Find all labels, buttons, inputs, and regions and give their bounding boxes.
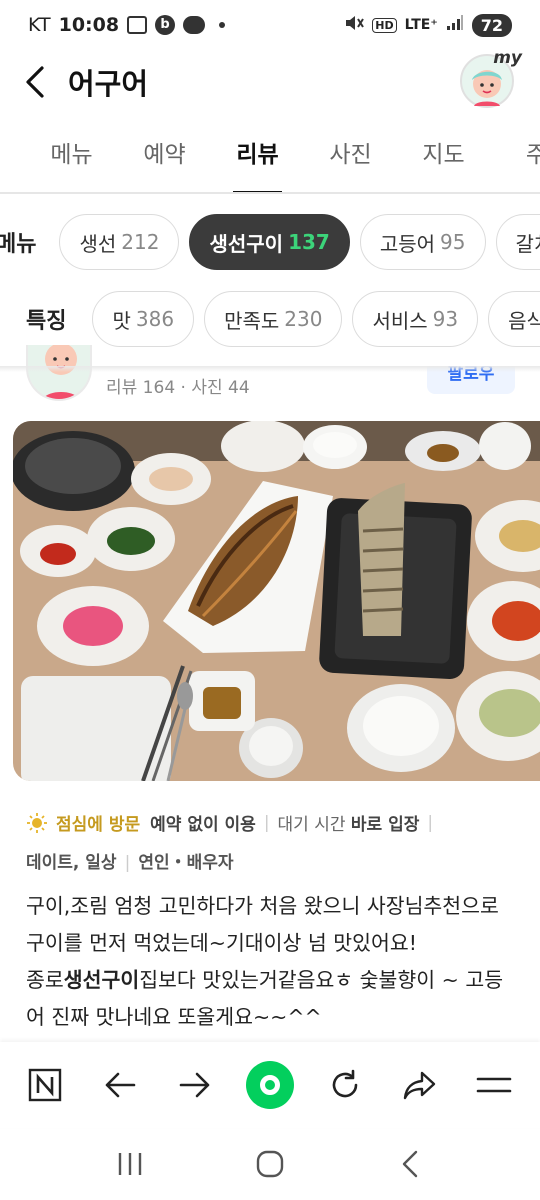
tab-reviews[interactable]: 리뷰 <box>211 128 304 192</box>
talk-icon <box>183 16 206 34</box>
green-dot-button[interactable] <box>240 1055 300 1115</box>
clock: 10:08 <box>58 14 120 36</box>
review-body[interactable]: 구이,조림 엄청 고민하다가 처음 왔으니 사장님추천으로 구이를 먼저 먹었는… <box>26 888 516 1036</box>
reviewer-face-icon <box>43 345 79 399</box>
green-home-icon <box>245 1061 294 1109</box>
chip-name: 만족도 <box>224 308 280 333</box>
reservation-status: 예약 없이 이용 <box>150 815 256 835</box>
chip-count: 212 <box>121 230 160 254</box>
chip-count: 230 <box>284 307 323 331</box>
battery-icon: 72 <box>471 13 512 37</box>
menu-button[interactable] <box>464 1055 524 1115</box>
feature-filter-row: 특징 맛386 만족도230 서비스93 음식량 <box>0 289 540 349</box>
system-nav-bar <box>0 1128 540 1200</box>
section-tabs: 메뉴 예약 리뷰 사진 지도 주 <box>0 128 540 194</box>
divider: | <box>263 812 270 833</box>
my-avatar-button[interactable]: my <box>460 48 522 108</box>
menu-filter-label: 메뉴 <box>0 232 37 257</box>
chip-name: 음식량 <box>508 308 540 333</box>
divider: | <box>427 812 434 833</box>
chip-name: 생선 <box>79 231 117 256</box>
page-title: 어구어 <box>68 67 149 101</box>
chip-fish[interactable]: 생선 212 <box>59 214 180 270</box>
mute-icon <box>344 14 365 36</box>
hd-icon: HD <box>372 17 397 33</box>
tab-reservation[interactable]: 예약 <box>118 128 211 192</box>
lte-icon: LTE⁺ <box>404 17 438 33</box>
review-text-part: 종로 <box>26 968 64 992</box>
chip-name: 고등어 <box>379 231 436 256</box>
home-button[interactable] <box>240 1139 300 1189</box>
chip-count: 93 <box>432 307 459 331</box>
menu-filter-row: 메뉴 생선212 생선구이137 고등어95 갈치 <box>0 212 540 272</box>
my-badge: my <box>493 48 522 68</box>
recent-apps-button[interactable] <box>100 1139 160 1189</box>
b-app-icon: b <box>155 15 176 35</box>
visit-time-label: 점심에 방문 <box>56 815 141 835</box>
chip-name: 맛 <box>112 308 131 333</box>
back-icon <box>402 1150 418 1178</box>
system-back-button[interactable] <box>380 1139 440 1189</box>
share-button[interactable] <box>390 1055 450 1115</box>
browser-forward-button[interactable] <box>165 1055 225 1115</box>
home-icon <box>256 1150 284 1178</box>
chip-count: 137 <box>288 230 330 254</box>
review-photo[interactable] <box>13 421 540 781</box>
chip-count: 95 <box>440 230 466 254</box>
chip-grilled-fish[interactable]: 생선구이 137 <box>189 214 350 270</box>
refresh-button[interactable] <box>315 1055 375 1115</box>
chip-count: 386 <box>135 307 175 331</box>
browser-toolbar <box>0 1042 540 1128</box>
visit-purpose: 데이트, 일상 <box>26 853 117 873</box>
chip-name: 생선구이 <box>209 231 284 256</box>
screenshot-icon <box>127 16 148 34</box>
chevron-left-icon <box>26 66 44 98</box>
tab-nearby[interactable]: 주 <box>490 128 540 192</box>
tab-map[interactable]: 지도 <box>397 128 490 192</box>
wait-label: 대기 시간 <box>277 815 346 835</box>
chip-name: 갈치 <box>515 231 540 256</box>
chip-mackerel[interactable]: 고등어 95 <box>359 214 486 270</box>
reviewer-stats: 리뷰 164 · 사진 44 <box>106 378 250 398</box>
chip-service[interactable]: 서비스 93 <box>352 291 479 347</box>
sun-icon <box>27 812 47 833</box>
reviewer-avatar[interactable] <box>26 345 92 401</box>
arrow-right-icon <box>179 1072 210 1098</box>
naver-n-icon <box>29 1068 62 1102</box>
filters-shadow <box>0 366 540 372</box>
visit-info-row: 점심에 방문 예약 없이 이용 | 대기 시간 바로 입장 | <box>26 810 526 835</box>
app-header: 어구어 my <box>0 48 540 114</box>
browser-back-button[interactable] <box>90 1055 150 1115</box>
divider: | <box>124 853 131 873</box>
chip-portion[interactable]: 음식량 <box>488 291 540 347</box>
back-button[interactable] <box>20 62 50 102</box>
naver-home-button[interactable] <box>15 1055 75 1115</box>
notification-dot-icon <box>219 22 226 28</box>
chip-taste[interactable]: 맛 386 <box>92 291 195 347</box>
status-bar: KT 10:08 b HD LTE⁺ 72 <box>0 0 540 50</box>
tab-photos[interactable]: 사진 <box>304 128 397 192</box>
chip-name: 서비스 <box>372 308 428 333</box>
recent-apps-icon <box>118 1153 142 1175</box>
review-text-part: 구이,조림 엄청 고민하다가 처음 왔으니 사장님추천으로 구이를 먼저 먹었는… <box>26 894 499 955</box>
carrier-label: KT <box>28 14 51 36</box>
review-keyword-highlight: 생선구이 <box>63 968 140 992</box>
menu-icon <box>477 1077 512 1093</box>
arrow-left-icon <box>105 1072 136 1098</box>
battery-level: 72 <box>480 15 503 35</box>
signal-icon <box>446 15 464 35</box>
wait-value: 바로 입장 <box>350 815 420 835</box>
share-icon <box>403 1071 435 1100</box>
tab-menu[interactable]: 메뉴 <box>25 128 118 192</box>
grilled-fish-meal-image <box>13 421 540 781</box>
chip-hairtail[interactable]: 갈치 <box>495 214 540 270</box>
visit-tags-row: 데이트, 일상 | 연인・배우자 <box>26 848 234 873</box>
chip-satisfaction[interactable]: 만족도 230 <box>204 291 343 347</box>
feature-filter-label: 특징 <box>26 309 67 334</box>
visit-companion: 연인・배우자 <box>138 853 234 873</box>
refresh-icon <box>332 1069 358 1098</box>
